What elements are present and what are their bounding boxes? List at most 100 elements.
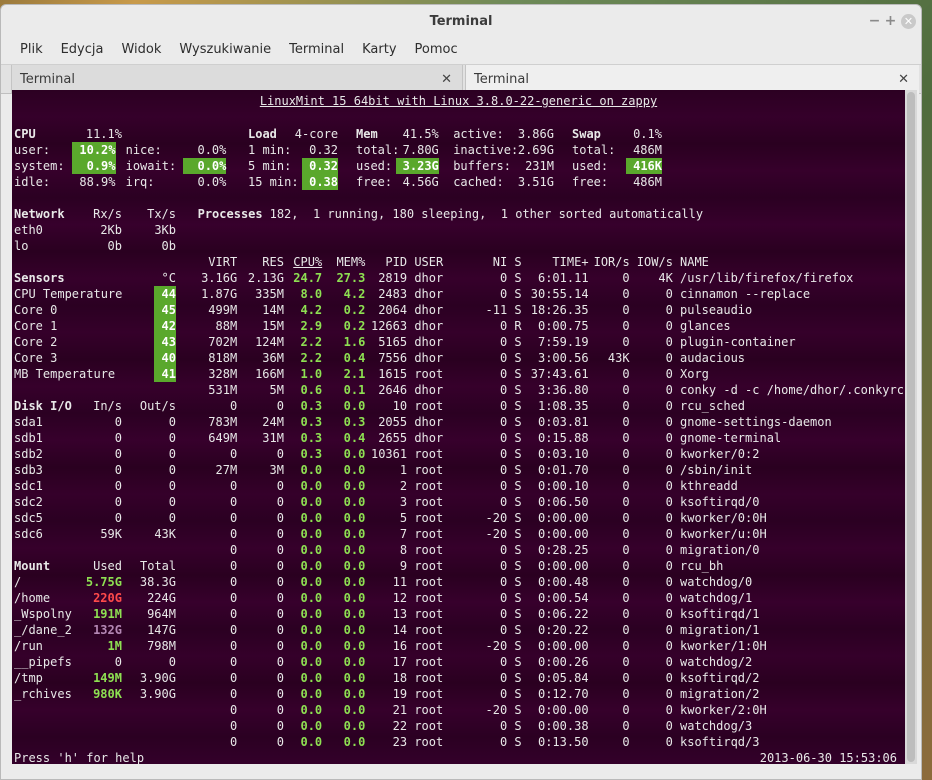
proc-user: dhor xyxy=(414,383,444,397)
proc-s: S xyxy=(514,623,522,637)
proc-name: kworker/0:2 xyxy=(680,447,760,461)
window-titlebar[interactable]: Terminal − + ✕ xyxy=(1,5,921,38)
disk-out: 43K xyxy=(154,527,176,541)
proc-ior: 0 xyxy=(622,719,630,733)
mount-total: 798M xyxy=(147,639,176,653)
proc-user: root xyxy=(414,511,444,525)
mount-point: /tmp xyxy=(14,671,43,685)
disk-name: sdc1 xyxy=(14,479,43,493)
proc-header-cpu: CPU% xyxy=(293,255,323,269)
proc-ni: 0 xyxy=(499,591,508,605)
proc-name: plugin-container xyxy=(680,335,796,349)
proc-mem: 0.0 xyxy=(343,607,366,621)
proc-res: 0 xyxy=(276,527,284,541)
proc-time: 0:05.84 xyxy=(537,671,589,685)
proc-s: S xyxy=(514,495,522,509)
proc-res: 0 xyxy=(276,735,284,749)
proc-res: 0 xyxy=(276,671,284,685)
scrollbar-thumb[interactable] xyxy=(907,92,915,762)
proc-cpu: 0.0 xyxy=(300,687,323,701)
terminal-output[interactable]: LinuxMint 15 64bit with Linux 3.8.0-22-g… xyxy=(12,90,905,765)
proc-s: S xyxy=(514,655,522,669)
proc-header-name: NAME xyxy=(680,255,709,269)
proc-iow: 0 xyxy=(665,287,673,301)
scrollbar[interactable] xyxy=(905,90,917,764)
proc-ni: -20 xyxy=(485,639,508,653)
proc-time: 0:12.70 xyxy=(537,687,589,701)
minimize-icon[interactable]: − xyxy=(867,14,882,29)
disk-out: 0 xyxy=(168,495,176,509)
proc-mem: 0.2 xyxy=(343,303,366,317)
load-15min-label: 15 min: xyxy=(248,175,299,189)
proc-ior: 0 xyxy=(622,639,630,653)
mem-inactive-label: inactive: xyxy=(453,143,519,157)
proc-res: 0 xyxy=(276,623,284,637)
proc-iow: 0 xyxy=(665,383,673,397)
proc-mem: 2.1 xyxy=(343,367,366,381)
proc-header-s: S xyxy=(514,255,522,269)
proc-mem: 0.0 xyxy=(343,527,366,541)
proc-time: 0:00.00 xyxy=(537,703,589,717)
proc-ior: 0 xyxy=(622,511,630,525)
proc-iow: 0 xyxy=(665,335,673,349)
proc-cpu: 24.7 xyxy=(293,271,323,285)
proc-time: 0:00.26 xyxy=(537,655,589,669)
proc-time: 0:00.00 xyxy=(537,639,589,653)
proc-cpu: 0.0 xyxy=(300,607,323,621)
proc-mem: 0.0 xyxy=(343,543,366,557)
proc-virt: 0 xyxy=(229,639,238,653)
proc-mem: 0.0 xyxy=(343,463,366,477)
proc-cpu: 0.3 xyxy=(300,447,323,461)
proc-cpu: 0.0 xyxy=(300,623,323,637)
proc-ni: -20 xyxy=(485,527,508,541)
proc-ni: -11 xyxy=(485,303,508,317)
proc-ni: 0 xyxy=(499,735,508,749)
proc-pid: 23 xyxy=(392,735,408,749)
swap-free-label: free: xyxy=(572,175,609,189)
proc-s: S xyxy=(514,511,522,525)
sensor-name: Core 1 xyxy=(14,319,58,333)
proc-user: root xyxy=(414,575,444,589)
proc-ior: 0 xyxy=(622,703,630,717)
proc-s: S xyxy=(514,287,522,301)
network-tx-header: Tx/s xyxy=(147,207,176,221)
maximize-icon[interactable]: + xyxy=(883,14,898,29)
proc-s: S xyxy=(514,383,522,397)
proc-iow: 0 xyxy=(665,687,673,701)
proc-header-user: USER xyxy=(414,255,444,269)
proc-pid: 2055 xyxy=(378,415,408,429)
mem-cached-value: 3.51G xyxy=(517,175,554,189)
menu-widok[interactable]: Widok xyxy=(112,38,170,63)
menu-pomoc[interactable]: Pomoc xyxy=(406,38,467,63)
menu-wyszukiwanie[interactable]: Wyszukiwanie xyxy=(170,38,280,63)
proc-ni: 0 xyxy=(499,447,508,461)
mem-inactive-value: 2.69G xyxy=(517,143,554,157)
mem-cached-label: cached: xyxy=(453,175,504,189)
proc-mem: 0.0 xyxy=(343,447,366,461)
mem-free-label: free: xyxy=(356,175,393,189)
menu-plik[interactable]: Plik xyxy=(11,38,52,63)
proc-name: gnome-terminal xyxy=(680,431,782,445)
proc-name: rcu_sched xyxy=(680,399,746,413)
proc-mem: 0.0 xyxy=(343,623,366,637)
proc-user: root xyxy=(414,687,444,701)
proc-virt: 783M xyxy=(208,415,238,429)
proc-time: 0:03.10 xyxy=(537,447,589,461)
menu-edycja[interactable]: Edycja xyxy=(52,38,113,63)
proc-virt: 0 xyxy=(229,687,238,701)
proc-time: 0:00.54 xyxy=(537,591,589,605)
close-icon[interactable]: ✕ xyxy=(901,14,916,29)
cpu-idle-label: idle: xyxy=(14,175,51,189)
menu-karty[interactable]: Karty xyxy=(353,38,405,63)
proc-name: kworker/1:0H xyxy=(680,639,767,653)
disk-out: 0 xyxy=(168,463,176,477)
proc-iow: 0 xyxy=(665,351,673,365)
proc-virt: 0 xyxy=(229,607,238,621)
proc-res: 0 xyxy=(276,719,284,733)
menu-terminal[interactable]: Terminal xyxy=(280,38,353,63)
proc-res: 31M xyxy=(262,431,284,445)
proc-cpu: 0.3 xyxy=(300,399,323,413)
sensor-name: CPU Temperature xyxy=(14,287,123,301)
proc-header-iow: IOW/s xyxy=(636,255,673,269)
swap-percent: 0.1% xyxy=(633,127,662,141)
